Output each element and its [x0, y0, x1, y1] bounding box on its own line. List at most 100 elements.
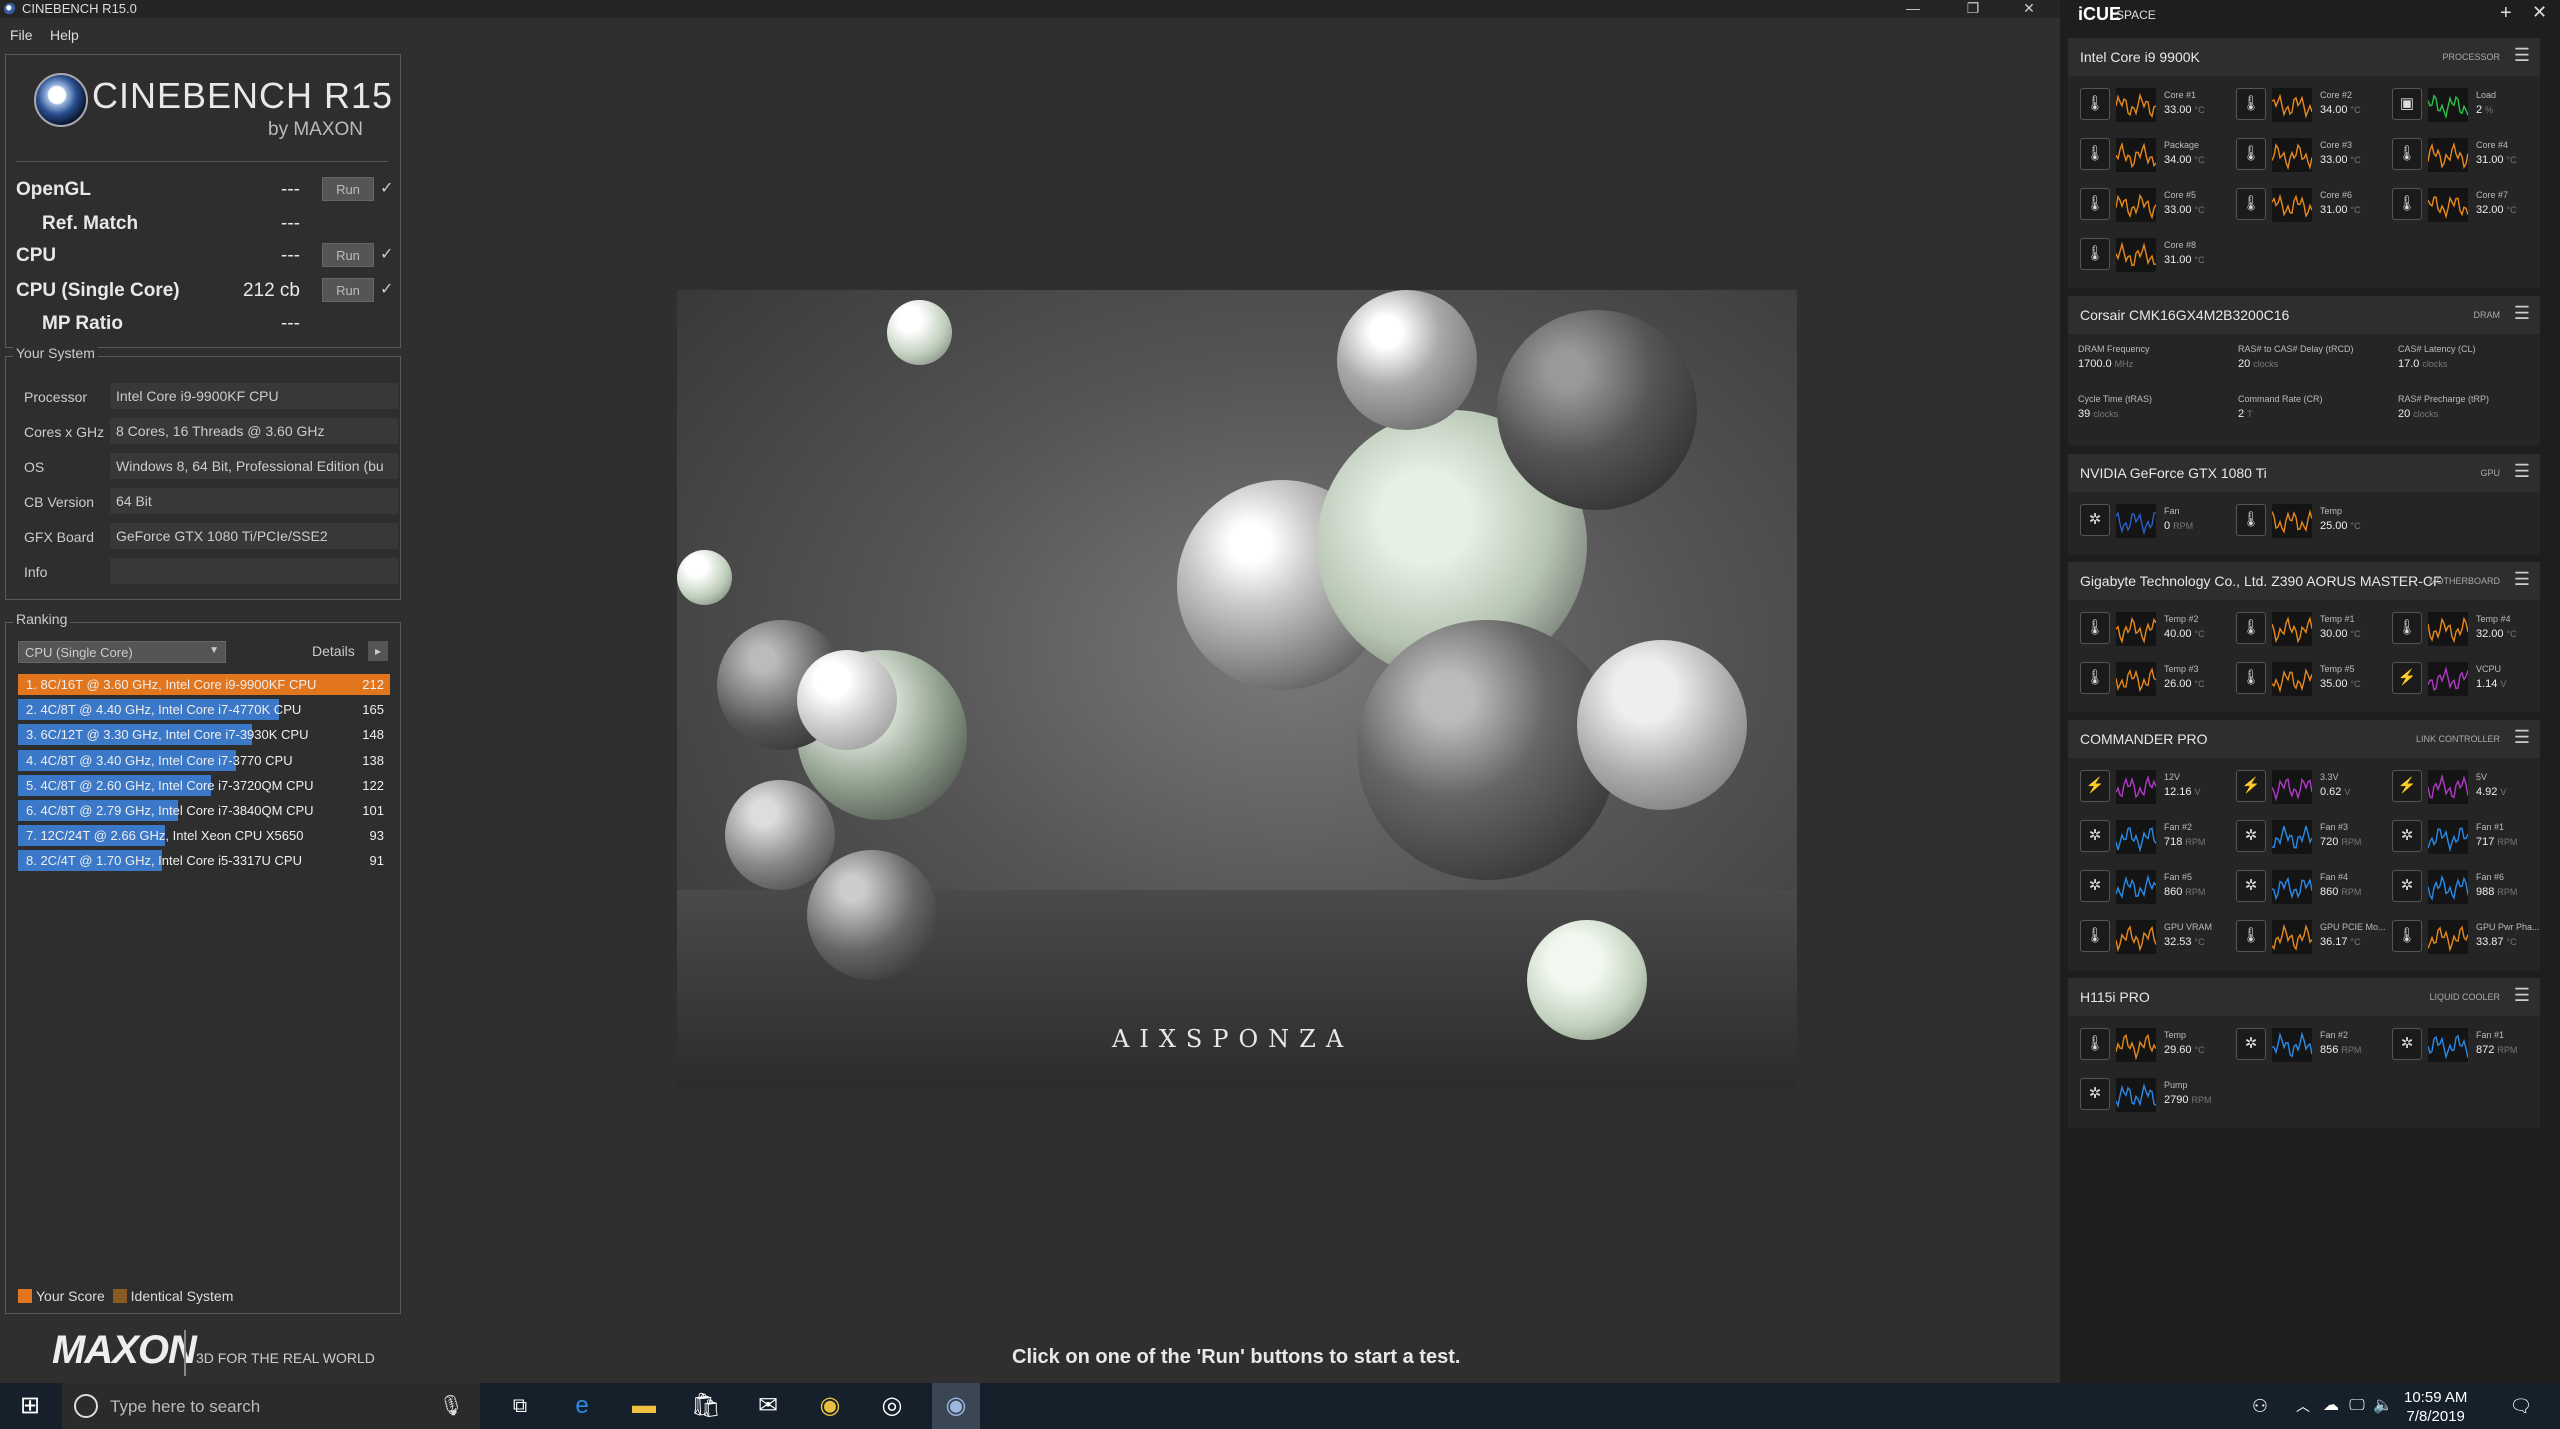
run-opengl-button[interactable]: Run	[322, 177, 374, 201]
sensor-tile[interactable]: 🌡 Temp #2 40.00 °C	[2074, 606, 2224, 650]
ranking-row[interactable]: 4. 4C/8T @ 3.40 GHz, Intel Core i7-3770 …	[18, 749, 390, 771]
sensor-tile[interactable]: 🌡 Core #4 31.00 °C	[2386, 132, 2536, 176]
run-single-core-button[interactable]: Run	[322, 278, 374, 302]
sensor-tile[interactable]: 🌡 Temp #1 30.00 °C	[2230, 606, 2380, 650]
sensor-tile[interactable]: 🌡 GPU VRAM 32.53 °C	[2074, 914, 2224, 958]
mail-icon[interactable]: ✉	[748, 1383, 788, 1429]
sensor-tile[interactable]: 🌡 Temp 29.60 °C	[2074, 1022, 2224, 1066]
file-explorer-icon[interactable]: ▬	[624, 1383, 664, 1429]
device-header[interactable]: Gigabyte Technology Co., Ltd. Z390 AORUS…	[2068, 562, 2540, 600]
hamburger-menu-icon[interactable]: ☰	[2514, 727, 2530, 748]
hamburger-menu-icon[interactable]: ☰	[2514, 45, 2530, 66]
title-bar[interactable]: CINEBENCH R15.0 — ❐ ✕	[0, 0, 2060, 18]
hamburger-menu-icon[interactable]: ☰	[2514, 303, 2530, 324]
edge-icon[interactable]: e	[562, 1383, 602, 1429]
chrome-icon[interactable]: ◉	[810, 1383, 850, 1429]
sensor-tile[interactable]: 🌡 Core #1 33.00 °C	[2074, 82, 2224, 126]
windows-start-icon[interactable]: ⊞	[10, 1383, 50, 1429]
sensor-tile[interactable]: ✲ Fan #2 856 RPM	[2230, 1022, 2380, 1066]
info-field[interactable]	[110, 558, 398, 584]
ranking-select[interactable]: CPU (Single Core) ▼	[18, 641, 226, 663]
sensor-tile[interactable]: ✲ Fan #1 717 RPM	[2386, 814, 2536, 858]
sensor-tile[interactable]: ✲ Fan #6 988 RPM	[2386, 864, 2536, 908]
sensor-tile[interactable]: ⚡ 12V 12.16 V	[2074, 764, 2224, 808]
device-name: COMMANDER PRO	[2080, 731, 2208, 747]
thermometer-icon: 🌡	[2080, 88, 2110, 120]
sensor-tile[interactable]: ⚡ VCPU 1.14 V	[2386, 656, 2536, 700]
ranking-row[interactable]: 5. 4C/8T @ 2.60 GHz, Intel Core i7-3720Q…	[18, 774, 390, 796]
icue-close-button[interactable]: ✕	[2532, 2, 2547, 23]
sensor-tile[interactable]: 🌡 Core #6 31.00 °C	[2230, 182, 2380, 226]
sensor-value: 2790	[2164, 1094, 2189, 1106]
store-icon[interactable]: 🛍	[686, 1383, 726, 1429]
ranking-row[interactable]: 2. 4C/8T @ 4.40 GHz, Intel Core i7-4770K…	[18, 699, 390, 721]
run-cpu-button[interactable]: Run	[322, 243, 374, 267]
sensor-tile[interactable]: ✲ Fan #4 860 RPM	[2230, 864, 2380, 908]
minimize-button[interactable]: —	[1890, 0, 1936, 18]
chevron-up-icon[interactable]: ︿	[2292, 1383, 2314, 1429]
sensor-tile[interactable]: ✲ Fan #1 872 RPM	[2386, 1022, 2536, 1066]
sensor-tile[interactable]: ✲ Fan #3 720 RPM	[2230, 814, 2380, 858]
opengl-checkbox[interactable]: ✓	[380, 178, 393, 198]
menu-file[interactable]: File	[10, 27, 33, 43]
sensor-tile[interactable]: ⚡ 3.3V 0.62 V	[2230, 764, 2380, 808]
sensor-tile[interactable]: ✲ Fan #2 718 RPM	[2074, 814, 2224, 858]
logo-by: by MAXON	[268, 119, 364, 140]
sensor-tile[interactable]: ✲ Fan #5 860 RPM	[2074, 864, 2224, 908]
sensor-value: 856	[2320, 1044, 2339, 1056]
sensor-tile[interactable]: 🌡 Core #3 33.00 °C	[2230, 132, 2380, 176]
sensor-tile[interactable]: 🌡 Core #8 31.00 °C	[2074, 232, 2224, 276]
menu-help[interactable]: Help	[50, 27, 79, 43]
ranking-row[interactable]: 7. 12C/24T @ 2.66 GHz, Intel Xeon CPU X5…	[18, 825, 390, 847]
chevron-down-icon: ▼	[209, 645, 219, 656]
sensor-value-line: 718 RPM	[2164, 836, 2205, 848]
sensor-tile[interactable]: 🌡 Temp #5 35.00 °C	[2230, 656, 2380, 700]
device-header[interactable]: COMMANDER PRO LINK CONTROLLER ☰	[2068, 720, 2540, 758]
device-header[interactable]: NVIDIA GeForce GTX 1080 Ti GPU ☰	[2068, 454, 2540, 492]
sensor-value: 31.00	[2476, 154, 2504, 166]
restore-button[interactable]: ❐	[1950, 0, 1996, 18]
sensor-tile[interactable]: 🌡 GPU PCIE Mo... 36.17 °C	[2230, 914, 2386, 958]
sensor-tile[interactable]: ✲ Pump 2790 RPM	[2074, 1072, 2224, 1116]
device-header[interactable]: Corsair CMK16GX4M2B3200C16 DRAM ☰	[2068, 296, 2540, 334]
onedrive-icon[interactable]: ☁	[2318, 1383, 2344, 1429]
hamburger-menu-icon[interactable]: ☰	[2514, 985, 2530, 1006]
taskbar-clock[interactable]: 10:59 AM 7/8/2019	[2404, 1388, 2467, 1426]
microphone-icon[interactable]: 🎙	[439, 1393, 464, 1418]
add-widget-button[interactable]: +	[2500, 2, 2512, 25]
sensor-value-line: 1.14 V	[2476, 678, 2506, 690]
sensor-tile[interactable]: 🌡 Temp 25.00 °C	[2230, 498, 2380, 542]
people-icon[interactable]: ⚇	[2246, 1383, 2274, 1429]
volume-icon[interactable]: 🔈	[2370, 1383, 2396, 1429]
network-icon[interactable]: 🖵	[2344, 1383, 2370, 1429]
sensor-value: 988	[2476, 886, 2495, 898]
sensor-tile[interactable]: 🌡 Package 34.00 °C	[2074, 132, 2224, 176]
sensor-tile[interactable]: 🌡 Core #2 34.00 °C	[2230, 82, 2380, 126]
ranking-row[interactable]: 1. 8C/16T @ 3.60 GHz, Intel Core i9-9900…	[18, 674, 390, 695]
device-header[interactable]: Intel Core i9 9900K PROCESSOR ☰	[2068, 38, 2540, 76]
ranking-row[interactable]: 8. 2C/4T @ 1.70 GHz, Intel Core i5-3317U…	[18, 850, 390, 872]
taskbar-search[interactable]: Type here to search 🎙	[62, 1383, 480, 1429]
ranking-row[interactable]: 6. 4C/8T @ 2.79 GHz, Intel Core i7-3840Q…	[18, 800, 390, 821]
hamburger-menu-icon[interactable]: ☰	[2514, 569, 2530, 590]
task-view-icon[interactable]: ⧉	[500, 1383, 540, 1429]
close-button[interactable]: ✕	[2006, 0, 2052, 18]
sensor-tile[interactable]: 🌡 Core #7 32.00 °C	[2386, 182, 2536, 226]
sensor-tile[interactable]: ✲ Fan 0 RPM	[2074, 498, 2224, 542]
sensor-tile[interactable]: 🌡 Core #5 33.00 °C	[2074, 182, 2224, 226]
details-button[interactable]: ▸	[368, 641, 388, 661]
hamburger-menu-icon[interactable]: ☰	[2514, 461, 2530, 482]
single-core-checkbox[interactable]: ✓	[380, 279, 393, 299]
sensor-tile[interactable]: 🌡 Temp #4 32.00 °C	[2386, 606, 2536, 650]
cpu-checkbox[interactable]: ✓	[380, 244, 393, 264]
sensor-graph	[2272, 1028, 2312, 1062]
icue-icon[interactable]: ◎	[872, 1383, 912, 1429]
sensor-tile[interactable]: 🌡 Temp #3 26.00 °C	[2074, 656, 2224, 700]
ranking-row[interactable]: 3. 6C/12T @ 3.30 GHz, Intel Core i7-3930…	[18, 724, 390, 746]
sensor-tile[interactable]: ⚡ 5V 4.92 V	[2386, 764, 2536, 808]
sensor-tile[interactable]: ▣ Load 2%	[2386, 82, 2536, 126]
sensor-tile[interactable]: 🌡 GPU Pwr Pha... 33.87 °C	[2386, 914, 2540, 958]
notifications-icon[interactable]: 🗨	[2506, 1383, 2536, 1429]
device-header[interactable]: H115i PRO LIQUID COOLER ☰	[2068, 978, 2540, 1016]
cinebench-icon[interactable]: ◉	[932, 1383, 980, 1429]
